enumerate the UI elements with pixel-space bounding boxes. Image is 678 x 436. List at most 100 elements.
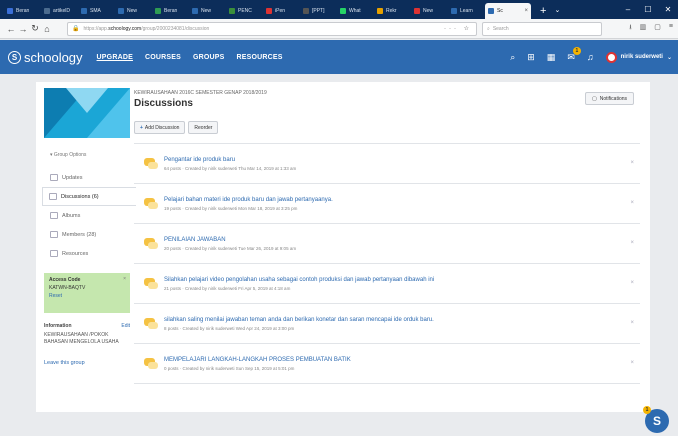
tab-label: New — [423, 8, 434, 14]
user-menu[interactable]: nirik suderweti ⌄ — [605, 51, 672, 63]
sidebar-item-updates[interactable]: Updates — [44, 168, 136, 187]
tab-favicon-icon — [118, 8, 124, 14]
logo-icon: S — [8, 50, 21, 64]
access-code-panel: × Access Code KATWN-BAQTV Reset — [44, 273, 130, 313]
minimize-icon[interactable]: – — [618, 0, 638, 19]
tab-favicon-icon — [414, 8, 420, 14]
tab-favicon-icon — [303, 8, 309, 14]
discussion-title-link[interactable]: silahkan saling menilai jawaban teman an… — [164, 317, 434, 323]
discussion-icon — [144, 277, 158, 290]
discussion-list: Pengantar ide produk baru 64 posts · Crea… — [134, 143, 640, 384]
messages-icon[interactable]: ✉ 1 — [567, 46, 581, 63]
page-actions-icon[interactable]: ··· ☆ — [444, 25, 472, 32]
download-icon[interactable]: ⭳ — [629, 23, 631, 34]
notifications-bell-icon[interactable]: ♫ — [587, 52, 594, 62]
reorder-button[interactable]: Reorder — [188, 121, 219, 134]
forward-icon[interactable]: → — [17, 24, 29, 34]
access-code-reset-link[interactable]: Reset — [49, 293, 125, 299]
browser-tab-strip: Beran artikelD SMA New Beran New PENC iPen [PPT]… — [0, 0, 678, 19]
discussion-row: PENILAIAN JAWABAN 20 posts · Created by n… — [134, 224, 640, 264]
browser-tab[interactable]: Rekr — [374, 3, 410, 19]
discussion-meta: 21 posts · Created by nirik suderweti Fr… — [164, 285, 291, 291]
nav-groups[interactable]: GROUPS — [193, 54, 225, 61]
reload-icon[interactable]: ↻ — [29, 23, 41, 34]
group-image — [44, 88, 130, 138]
calendar-icon[interactable]: ▦ — [547, 52, 556, 63]
group-options-toggle[interactable]: ▾ Group Options — [50, 152, 136, 158]
home-icon[interactable]: ⌂ — [41, 24, 53, 34]
information-edit-link[interactable]: Edit — [121, 323, 130, 329]
browser-tab[interactable]: artikelD — [41, 3, 77, 19]
sidebar-item-members[interactable]: Members (28) — [44, 225, 136, 244]
close-window-icon[interactable]: ✕ — [658, 0, 678, 19]
discussions-icon — [49, 193, 57, 200]
library-icon[interactable]: ▥ — [640, 23, 647, 34]
tab-label: PENC — [238, 8, 252, 14]
browser-tab[interactable]: Learn — [448, 3, 484, 19]
maximize-icon[interactable]: ☐ — [638, 0, 658, 19]
browser-tab[interactable]: Beran — [4, 3, 40, 19]
remove-discussion-icon[interactable]: × — [630, 280, 634, 286]
notifications-icon: ▢ — [592, 95, 597, 102]
browser-tab[interactable]: New — [115, 3, 151, 19]
search-icon[interactable]: ⌕ — [510, 52, 515, 63]
remove-discussion-icon[interactable]: × — [630, 160, 634, 166]
url-path: /group/2000234081/discussion — [141, 25, 210, 32]
browser-tab[interactable]: iPen — [263, 3, 299, 19]
leave-group-link[interactable]: Leave this group — [44, 360, 136, 366]
new-tab-icon[interactable]: + — [540, 3, 546, 19]
information-panel: Information Edit KEWIRAUSAHAAN /POKOK BAH… — [44, 323, 130, 346]
nav-resources[interactable]: RESOURCES — [237, 54, 283, 61]
browser-toolbar: ← → ↻ ⌂ 🔒 https://app. schoology.com /gr… — [0, 19, 678, 39]
tab-favicon-icon — [377, 8, 383, 14]
sidebar-item-resources[interactable]: Resources — [44, 244, 136, 263]
browser-tab[interactable]: Beran — [152, 3, 188, 19]
add-discussion-button[interactable]: + Add Discussion — [134, 121, 186, 134]
remove-discussion-icon[interactable]: × — [630, 360, 634, 366]
browser-tab[interactable]: PENC — [226, 3, 262, 19]
menu-icon[interactable]: ≡ — [669, 23, 673, 34]
address-bar[interactable]: 🔒 https://app. schoology.com /group/2000… — [67, 21, 477, 36]
tab-favicon-icon — [192, 8, 198, 14]
close-icon[interactable]: × — [123, 276, 126, 282]
nav-courses[interactable]: COURSES — [145, 54, 181, 61]
browser-tab[interactable]: [PPT] — [300, 3, 336, 19]
sidebar-item-discussions[interactable]: Discussions (6) — [42, 187, 136, 206]
tab-favicon-icon — [229, 8, 235, 14]
access-code-value: KATWN-BAQTV — [49, 285, 86, 291]
schoology-logo[interactable]: S schoology — [8, 50, 83, 65]
close-tab-icon[interactable]: × — [524, 8, 528, 14]
nav-upgrade[interactable]: UPGRADE — [97, 54, 133, 61]
discussion-icon — [144, 317, 158, 330]
remove-discussion-icon[interactable]: × — [630, 320, 634, 326]
tab-list-icon[interactable]: ⌄ — [554, 3, 560, 19]
tab-favicon-icon — [340, 8, 346, 14]
breadcrumb[interactable]: KEWIRAUSAHAAN 2016C SEMESTER GENAP 2018/… — [134, 90, 640, 96]
discussion-title-link[interactable]: MEMPELAJARI LANGKAH-LANGKAH PROSES PEMBU… — [164, 357, 351, 363]
discussion-row: silahkan saling menilai jawaban teman an… — [134, 304, 640, 344]
plus-icon: + — [140, 124, 143, 131]
browser-tab[interactable]: What — [337, 3, 373, 19]
browser-tab[interactable]: New — [189, 3, 225, 19]
tab-favicon-icon — [81, 8, 87, 14]
discussion-title-link[interactable]: Pelajari bahan materi ide produk baru da… — [164, 197, 333, 203]
notifications-button[interactable]: ▢ Notifications — [585, 92, 634, 105]
discussion-title-link[interactable]: Pengantar ide produk baru — [164, 157, 296, 163]
schoology-help-button[interactable]: S 1 — [643, 406, 669, 433]
information-body: KEWIRAUSAHAAN /POKOK BAHASAN MENGELOLA U… — [44, 332, 119, 345]
discussion-title-link[interactable]: Silahkan pelajari video pengolahan usaha… — [164, 277, 434, 283]
browser-tab[interactable]: SMA — [78, 3, 114, 19]
sidebar-icon[interactable]: ▢ — [654, 23, 661, 34]
back-icon[interactable]: ← — [5, 24, 17, 34]
browser-tab-active[interactable]: Sc × — [485, 3, 531, 19]
tab-label: Learn — [460, 8, 473, 14]
sidebar-item-albums[interactable]: Albums — [44, 206, 136, 225]
apps-grid-icon[interactable]: ⊞ — [527, 52, 535, 63]
search-input[interactable]: ⌕ Search — [482, 21, 602, 36]
toolbar-right-icons: ⭳ ▥ ▢ ≡ — [629, 23, 673, 34]
remove-discussion-icon[interactable]: × — [630, 200, 634, 206]
discussion-title-link[interactable]: PENILAIAN JAWABAN — [164, 237, 296, 243]
browser-tab[interactable]: New — [411, 3, 447, 19]
main-nav: UPGRADE COURSES GROUPS RESOURCES — [97, 54, 295, 61]
remove-discussion-icon[interactable]: × — [630, 240, 634, 246]
